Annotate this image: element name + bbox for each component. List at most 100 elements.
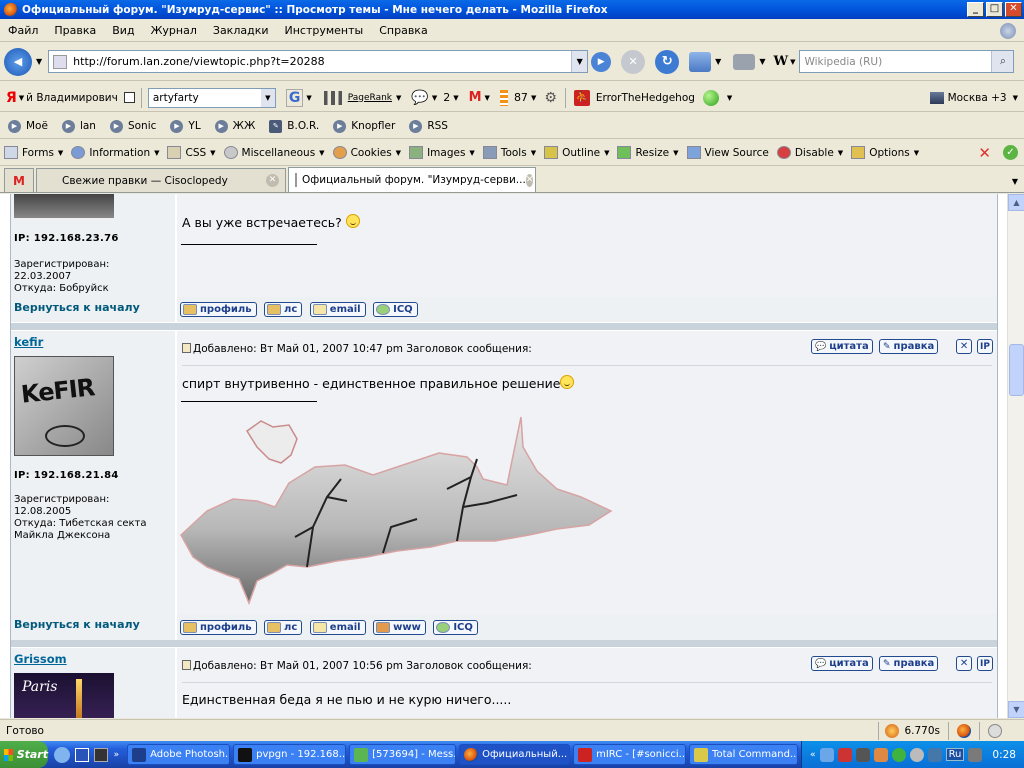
firefox-status-icon[interactable] bbox=[957, 723, 971, 738]
vertical-scrollbar[interactable]: ▲ ▼ bbox=[1007, 194, 1024, 718]
ie-quicklaunch-icon[interactable] bbox=[54, 746, 70, 763]
wd-cookies[interactable]: Cookies ▼ bbox=[332, 146, 401, 159]
gear-icon[interactable]: ⚙ bbox=[544, 90, 557, 106]
quote-button[interactable]: 💬 цитата bbox=[811, 656, 873, 671]
screenshot-icon[interactable] bbox=[733, 53, 756, 70]
task-photoshop[interactable]: Adobe Photosh... bbox=[127, 744, 231, 765]
author-username[interactable]: Grissom bbox=[14, 653, 175, 665]
back-to-top-link[interactable]: Вернуться к началу bbox=[14, 302, 140, 314]
home-dropdown-icon[interactable]: ▼ bbox=[715, 57, 721, 66]
yandex-checkbox[interactable] bbox=[123, 92, 135, 103]
gmail-dropdown-icon[interactable]: ▼ bbox=[485, 94, 490, 102]
alien-tray-icon[interactable] bbox=[855, 747, 870, 762]
wd-css[interactable]: CSS ▼ bbox=[167, 146, 216, 159]
back-button[interactable]: ◀ bbox=[4, 47, 32, 76]
search-icon[interactable]: ⌕ bbox=[991, 51, 1014, 72]
task-mirc[interactable]: mIRC - [#sonicci... bbox=[573, 744, 687, 765]
pm-button[interactable]: лс bbox=[264, 302, 303, 317]
go-button[interactable]: ▶ bbox=[591, 51, 612, 72]
back-history-arrow-icon[interactable]: ▼ bbox=[36, 57, 42, 66]
scroll-down-icon[interactable]: ▼ bbox=[1008, 701, 1024, 718]
email-button[interactable]: email bbox=[309, 302, 366, 317]
pm-button[interactable]: лс bbox=[264, 620, 303, 635]
google-dropdown-icon[interactable]: ▼ bbox=[306, 94, 311, 102]
close-button[interactable]: ✕ bbox=[1005, 2, 1022, 17]
search-engine-dropdown-icon[interactable]: ▼ bbox=[790, 58, 795, 66]
bookmark-knopfler[interactable]: ▶ Knopfler bbox=[333, 119, 395, 133]
pagerank-label[interactable]: PageRank bbox=[348, 93, 392, 103]
weather-dropdown-icon[interactable]: ▼ bbox=[1013, 94, 1018, 102]
email-button[interactable]: email bbox=[309, 620, 366, 635]
volume-tray-icon[interactable] bbox=[968, 747, 983, 762]
error-hedgehog-label[interactable]: ErrorTheHedgehog bbox=[596, 92, 695, 104]
antivirus-tray-icon[interactable] bbox=[837, 747, 852, 762]
clock-tray-icon[interactable] bbox=[909, 747, 924, 762]
bookmark-lj[interactable]: ▶ ЖЖ bbox=[214, 119, 255, 133]
delete-button[interactable]: ✕ bbox=[956, 656, 972, 671]
pagerank-dropdown-icon[interactable]: ▼ bbox=[396, 94, 401, 102]
monitor-tray-icon[interactable] bbox=[927, 747, 942, 762]
tab-forum[interactable]: Официальный форум. "Изумруд-серви... ✕ bbox=[288, 167, 536, 192]
google-icon[interactable]: G bbox=[285, 88, 304, 107]
rss-dropdown-icon[interactable]: ▼ bbox=[531, 94, 536, 102]
menu-bookmarks[interactable]: Закладки bbox=[205, 24, 277, 37]
wd-disable[interactable]: Disable ▼ bbox=[776, 146, 843, 159]
comments-icon[interactable]: 💬 bbox=[411, 90, 428, 106]
network-tray-icon[interactable] bbox=[819, 747, 834, 762]
edit-button[interactable]: ✎ правка bbox=[879, 339, 939, 354]
icq-button[interactable]: ICQ bbox=[433, 620, 478, 635]
tray-expand-icon[interactable]: « bbox=[810, 750, 816, 760]
wikipedia-icon[interactable]: W bbox=[773, 54, 788, 69]
validation-check-icon[interactable]: ✓ bbox=[1003, 145, 1018, 160]
quicklaunch-expand-icon[interactable]: » bbox=[114, 750, 120, 760]
tab-close-icon[interactable]: ✕ bbox=[525, 173, 534, 187]
wd-outline[interactable]: Outline ▼ bbox=[544, 146, 609, 159]
wd-images[interactable]: Images ▼ bbox=[409, 146, 475, 159]
task-messenger[interactable]: [573694] - Mess... bbox=[349, 744, 457, 765]
task-pvpgn[interactable]: pvpgn - 192.168.... bbox=[233, 744, 347, 765]
wd-resize[interactable]: Resize ▼ bbox=[617, 146, 679, 159]
menu-file[interactable]: Файл bbox=[0, 24, 46, 37]
start-button[interactable]: Start bbox=[0, 741, 48, 768]
desktop-quicklaunch-icon[interactable] bbox=[93, 747, 108, 762]
scroll-thumb[interactable] bbox=[1009, 344, 1024, 396]
menu-view[interactable]: Вид bbox=[104, 24, 142, 37]
back-to-top-link[interactable]: Вернуться к началу bbox=[14, 619, 140, 631]
security-tray-icon[interactable] bbox=[873, 747, 888, 762]
bookmark-lan[interactable]: ▶ lan bbox=[61, 119, 96, 133]
close-toolbar-icon[interactable]: ✕ bbox=[978, 144, 991, 162]
url-bar[interactable]: http://forum.lan.zone/viewtopic.php?t=20… bbox=[48, 50, 589, 73]
bookmark-rss[interactable]: ▶ RSS bbox=[409, 119, 448, 133]
search-input[interactable]: Wikipedia (RU) ⌕ bbox=[799, 50, 1015, 73]
task-total-commander[interactable]: Total Command... bbox=[689, 744, 799, 765]
status-dropdown-icon[interactable]: ▼ bbox=[727, 94, 732, 102]
scroll-up-icon[interactable]: ▲ bbox=[1008, 194, 1024, 211]
wd-forms[interactable]: Forms ▼ bbox=[4, 146, 63, 159]
delete-button[interactable]: ✕ bbox=[956, 339, 972, 354]
minimize-button[interactable]: _ bbox=[967, 2, 984, 17]
status-green-icon[interactable] bbox=[702, 89, 719, 106]
screenshot-dropdown-icon[interactable]: ▼ bbox=[759, 57, 765, 66]
tab-list-dropdown-icon[interactable]: ▼ bbox=[1012, 177, 1018, 186]
save-quicklaunch-icon[interactable] bbox=[74, 747, 89, 762]
runner-icon[interactable]: ⛹ bbox=[573, 89, 590, 106]
menu-tools[interactable]: Инструменты bbox=[277, 24, 372, 37]
icq-tray-icon[interactable] bbox=[891, 747, 906, 762]
author-username[interactable]: kefir bbox=[14, 336, 175, 348]
profile-button[interactable]: профиль bbox=[180, 620, 257, 635]
home-icon[interactable] bbox=[689, 51, 712, 72]
user-field-dropdown-icon[interactable]: ▼ bbox=[260, 88, 275, 107]
language-indicator[interactable]: Ru bbox=[945, 748, 965, 761]
edit-button[interactable]: ✎ правка bbox=[879, 656, 939, 671]
tab-gmail[interactable]: M bbox=[4, 168, 34, 192]
icq-button[interactable]: ICQ bbox=[373, 302, 418, 317]
wd-information[interactable]: Information ▼ bbox=[71, 146, 159, 159]
gmail-icon[interactable]: M bbox=[469, 90, 482, 105]
ip-button[interactable]: IP bbox=[977, 339, 993, 354]
wd-options[interactable]: Options ▼ bbox=[851, 146, 919, 159]
ip-button[interactable]: IP bbox=[977, 656, 993, 671]
menu-help[interactable]: Справка bbox=[371, 24, 435, 37]
stop-icon[interactable]: ✕ bbox=[621, 49, 646, 74]
bookmark-bor[interactable]: ✎ B.O.R. bbox=[269, 119, 319, 133]
comments-count-dropdown-icon[interactable]: ▼ bbox=[453, 94, 458, 102]
